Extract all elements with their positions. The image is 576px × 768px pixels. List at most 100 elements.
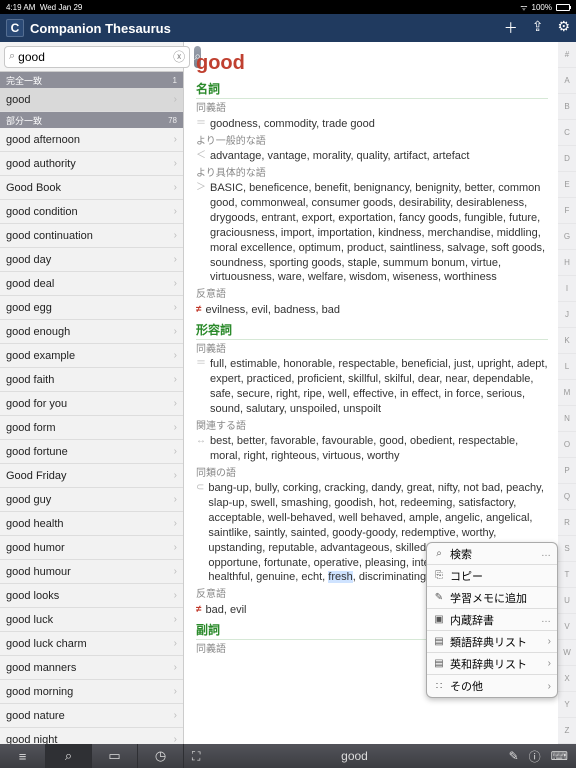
menu-item[interactable]: ⎘コピー <box>427 565 557 587</box>
noun-synonyms: goodness, commodity, trade good <box>210 117 375 132</box>
pos-adj: 形容詞 <box>196 322 548 340</box>
selected-word[interactable]: fresh <box>328 571 352 583</box>
list-item[interactable]: Good Friday› <box>0 464 183 488</box>
battery-icon <box>556 4 570 11</box>
alpha-B[interactable]: B <box>558 94 576 120</box>
list-item[interactable]: good luck› <box>0 608 183 632</box>
list-item[interactable]: good continuation› <box>0 224 183 248</box>
alpha-Y[interactable]: Y <box>558 692 576 718</box>
expand-icon[interactable]: ⛶ <box>192 749 200 764</box>
nav-bar: C Companion Thesaurus ＋ ⇪ ⚙ <box>0 14 576 42</box>
list-item[interactable]: good authority› <box>0 152 183 176</box>
tab-list-icon[interactable]: ≡ <box>0 744 46 768</box>
list-item[interactable]: good health› <box>0 512 183 536</box>
menu-icon: ✎ <box>433 592 445 603</box>
alpha-R[interactable]: R <box>558 510 576 536</box>
bottom-tabs: ≡ ⌕ ▭ ◷ <box>0 744 184 768</box>
section-exact: 完全一致1 <box>0 72 183 88</box>
alpha-S[interactable]: S <box>558 536 576 562</box>
menu-item[interactable]: ∷その他› <box>427 675 557 697</box>
list-item[interactable]: good fortune› <box>0 440 183 464</box>
alpha-V[interactable]: V <box>558 614 576 640</box>
list-item[interactable]: good› <box>0 88 183 112</box>
alpha-index[interactable]: #ABCDEFGHIJKLMNOPQRSTUVWXYZ <box>558 42 576 744</box>
context-menu: ⌕検索…⎘コピー✎学習メモに追加▣内蔵辞書…▤類語辞典リスト›▤英和辞典リスト›… <box>426 542 558 698</box>
list-item[interactable]: good nature› <box>0 704 183 728</box>
list-item[interactable]: good humor› <box>0 536 183 560</box>
list-item[interactable]: good day› <box>0 248 183 272</box>
list-item[interactable]: good egg› <box>0 296 183 320</box>
menu-item[interactable]: ▣内蔵辞書… <box>427 609 557 631</box>
alpha-O[interactable]: O <box>558 432 576 458</box>
label-adj-syn: 同義語 <box>196 343 548 357</box>
menu-item[interactable]: ✎ 学習メモに追加 <box>427 587 557 609</box>
label-specific: より具体的な語 <box>196 167 548 181</box>
menu-item[interactable]: ▤類語辞典リスト› <box>427 631 557 653</box>
menu-item[interactable]: ⌕検索… <box>427 543 557 565</box>
menu-tail: › <box>548 658 551 669</box>
noun-general: advantage, vantage, morality, quality, a… <box>210 149 469 164</box>
list-item[interactable]: good example› <box>0 344 183 368</box>
menu-label: 英和辞典リスト <box>450 656 543 672</box>
info-icon[interactable]: ⓘ <box>529 748 541 765</box>
gear-icon[interactable]: ⚙ <box>557 18 570 38</box>
menu-tail: … <box>541 548 551 559</box>
alpha-#[interactable]: # <box>558 42 576 68</box>
adj-antonyms: bad, evil <box>206 603 247 618</box>
list-item[interactable]: Good Book› <box>0 176 183 200</box>
list-item[interactable]: good for you› <box>0 392 183 416</box>
alpha-X[interactable]: X <box>558 666 576 692</box>
alpha-Q[interactable]: Q <box>558 484 576 510</box>
menu-label: 類語辞典リスト <box>450 634 543 650</box>
alpha-A[interactable]: A <box>558 68 576 94</box>
list-item[interactable]: good humour› <box>0 560 183 584</box>
list-item[interactable]: good faith› <box>0 368 183 392</box>
tab-history-icon[interactable]: ◷ <box>138 744 184 768</box>
alpha-W[interactable]: W <box>558 640 576 666</box>
alpha-I[interactable]: I <box>558 276 576 302</box>
tab-book-icon[interactable]: ▭ <box>92 744 138 768</box>
noun-specific: BASIC, beneficence, benefit, benignancy,… <box>210 181 548 285</box>
menu-icon: ▤ <box>433 636 445 647</box>
edit-icon[interactable]: ✎ <box>509 749 519 763</box>
alpha-L[interactable]: L <box>558 354 576 380</box>
alpha-C[interactable]: C <box>558 120 576 146</box>
menu-icon: ⌕ <box>433 548 445 559</box>
alpha-H[interactable]: H <box>558 250 576 276</box>
menu-label: その他 <box>450 678 543 694</box>
menu-label: 学習メモに追加 <box>450 590 546 606</box>
share-icon[interactable]: ⇪ <box>532 18 544 38</box>
search-box[interactable]: ⌕ ⓧ <box>4 46 190 68</box>
menu-item[interactable]: ▤英和辞典リスト› <box>427 653 557 675</box>
tab-search-icon[interactable]: ⌕ <box>46 744 92 768</box>
alpha-Z[interactable]: Z <box>558 718 576 744</box>
add-icon[interactable]: ＋ <box>504 18 518 38</box>
list-item[interactable]: good luck charm› <box>0 632 183 656</box>
list-item[interactable]: good guy› <box>0 488 183 512</box>
list-item[interactable]: good condition› <box>0 200 183 224</box>
list-item[interactable]: good enough› <box>0 320 183 344</box>
adj-synonyms: full, estimable, honorable, respectable,… <box>210 357 548 416</box>
alpha-D[interactable]: D <box>558 146 576 172</box>
list-item[interactable]: good morning› <box>0 680 183 704</box>
adj-related: best, better, favorable, favourable, goo… <box>210 434 548 464</box>
alpha-K[interactable]: K <box>558 328 576 354</box>
alpha-N[interactable]: N <box>558 406 576 432</box>
alpha-T[interactable]: T <box>558 562 576 588</box>
list-item[interactable]: good afternoon› <box>0 128 183 152</box>
alpha-J[interactable]: J <box>558 302 576 328</box>
list-item[interactable]: good deal› <box>0 272 183 296</box>
list-item[interactable]: good form› <box>0 416 183 440</box>
alpha-P[interactable]: P <box>558 458 576 484</box>
alpha-U[interactable]: U <box>558 588 576 614</box>
alpha-M[interactable]: M <box>558 380 576 406</box>
search-input[interactable] <box>18 50 173 64</box>
menu-tail: … <box>541 614 551 625</box>
alpha-F[interactable]: F <box>558 198 576 224</box>
list-item[interactable]: good looks› <box>0 584 183 608</box>
list-item[interactable]: good night› <box>0 728 183 744</box>
alpha-G[interactable]: G <box>558 224 576 250</box>
keyboard-icon[interactable]: ⌨ <box>551 749 568 763</box>
list-item[interactable]: good manners› <box>0 656 183 680</box>
alpha-E[interactable]: E <box>558 172 576 198</box>
